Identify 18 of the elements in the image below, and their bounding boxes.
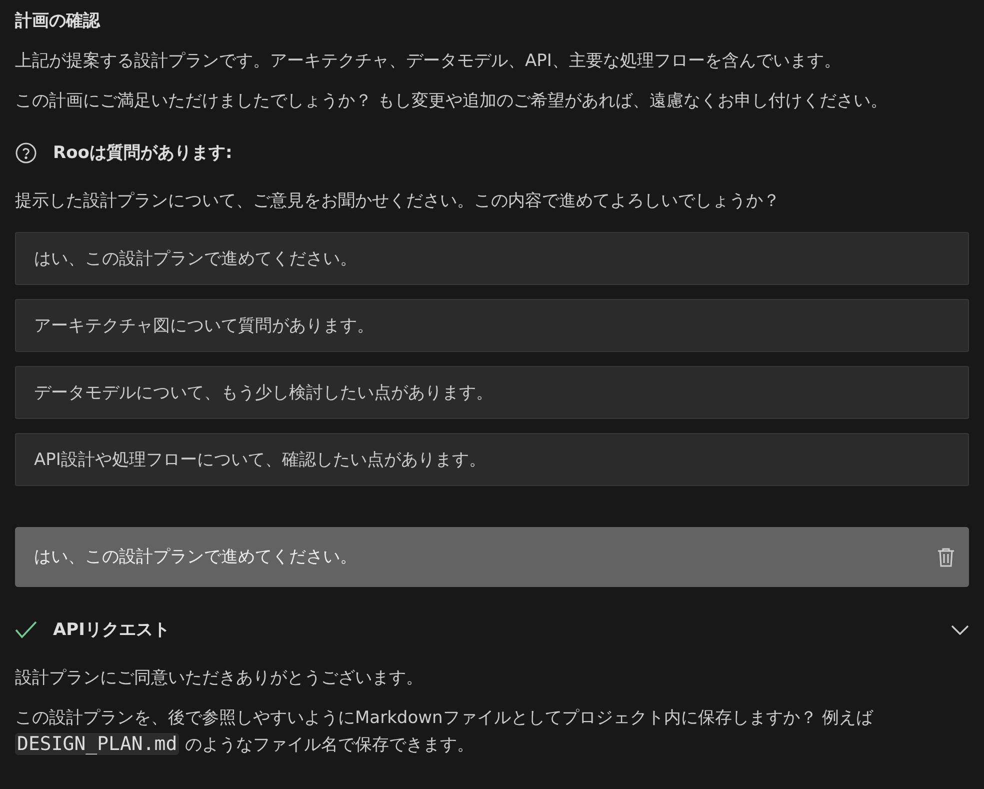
paragraph: 上記が提案する設計プランです。アーキテクチャ、データモデル、API、主要な処理フローを含んでいます。 — [15, 50, 841, 73]
api-request-title: APIリクエスト — [53, 619, 170, 642]
answer-option[interactable]: データモデルについて、もう少し検討したい点があります。 — [15, 366, 969, 419]
chevron-icon[interactable] — [951, 625, 969, 635]
paragraph: 設計プランにご同意いただきありがとうございます。 — [15, 667, 423, 690]
answer-option[interactable]: はい、この設計プランで進めてください。 — [15, 232, 969, 285]
question-text: 提示した設計プランについて、ご意見をお聞かせください。この内容で進めてよろしいでしょうか？ — [15, 190, 780, 213]
help-icon — [15, 142, 37, 164]
message-text: はい、この設計プランで進めてください。 — [34, 546, 357, 569]
answer-option[interactable]: API設計や処理フローについて、確認したい点があります。 — [15, 433, 969, 486]
paragraph: この計画にご満足いただけましたでしょうか？ もし変更や追加のご希望があれば、遠慮なくお申し付けください。 — [15, 90, 888, 113]
trash-icon[interactable] — [937, 547, 955, 567]
paragraph: この設計プランを、後で参照しやすいようにMarkdownファイルとしてプロジェクト内に保存しますか？ 例えば — [15, 708, 874, 728]
inline-code: DESIGN_PLAN.md — [15, 733, 180, 755]
paragraph: のようなファイル名で保存できます。 — [185, 735, 474, 755]
answer-option[interactable]: アーキテクチャ図について質問があります。 — [15, 299, 969, 352]
question-heading: Rooは質問があります: — [53, 142, 232, 165]
section-heading: 計画の確認 — [15, 10, 100, 33]
